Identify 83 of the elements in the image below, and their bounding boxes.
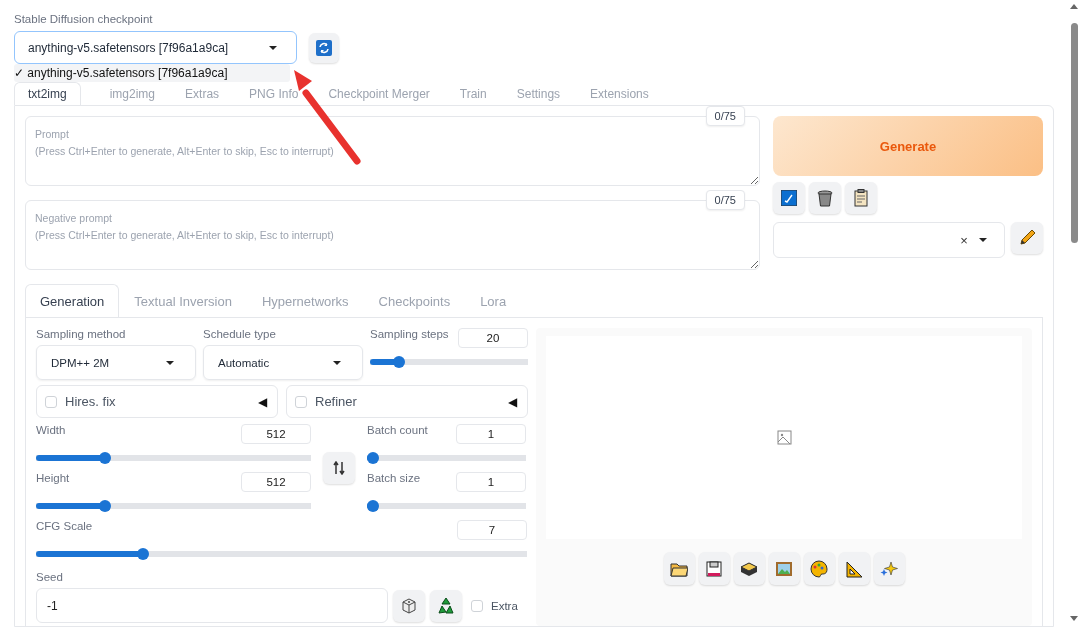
slider-thumb[interactable] bbox=[99, 500, 112, 512]
sparkles-icon bbox=[880, 559, 898, 578]
slider-thumb[interactable] bbox=[99, 452, 112, 464]
refresh-button[interactable] bbox=[309, 32, 339, 63]
random-seed-button[interactable] bbox=[393, 589, 425, 622]
trash-button[interactable] bbox=[809, 182, 841, 214]
checkbox-icon bbox=[781, 190, 797, 206]
scroll-up-icon bbox=[1070, 4, 1078, 9]
palette-button[interactable] bbox=[803, 552, 835, 585]
slider-track[interactable] bbox=[36, 452, 311, 464]
trash-icon bbox=[817, 189, 833, 207]
sparkles-button[interactable] bbox=[873, 552, 905, 585]
folder-button[interactable] bbox=[663, 552, 695, 585]
token-counter: 0/75 bbox=[705, 190, 745, 210]
checkbox[interactable] bbox=[295, 395, 307, 408]
field-label: Batch count bbox=[367, 424, 428, 436]
seed-field[interactable]: -1 bbox=[36, 588, 388, 623]
style-apply-button[interactable] bbox=[773, 182, 805, 214]
slider-track[interactable] bbox=[367, 452, 526, 464]
styles-dropdown[interactable]: × bbox=[773, 222, 1005, 258]
caret-icon bbox=[165, 359, 175, 366]
field-label: Schedule type bbox=[203, 328, 277, 340]
slider-track[interactable] bbox=[370, 356, 528, 368]
triangle-ruler-icon bbox=[845, 559, 863, 578]
scrollbar-thumb[interactable] bbox=[1070, 23, 1078, 243]
collapse-toggle[interactable]: ◀ bbox=[258, 394, 267, 409]
caret-icon bbox=[268, 44, 278, 51]
number-field[interactable]: 7 bbox=[457, 520, 527, 540]
accordion-label: Refiner bbox=[315, 394, 358, 409]
checkbox-label: Extra bbox=[491, 599, 518, 612]
accordion-label: Hires. fix bbox=[65, 394, 117, 409]
number-field[interactable]: 512 bbox=[241, 472, 311, 492]
swap-dimensions-button[interactable] bbox=[323, 452, 355, 484]
field-label: Sampling method bbox=[36, 328, 127, 340]
triangle-ruler-button[interactable] bbox=[838, 552, 870, 585]
field-label: Batch size bbox=[367, 472, 421, 484]
field-label: Height bbox=[36, 472, 70, 484]
recycle-icon bbox=[437, 596, 455, 615]
image-icon bbox=[776, 430, 792, 445]
checkpoint-dropdown[interactable]: anything-v5.safetensors [7f96a1a9ca] bbox=[14, 31, 297, 64]
palette-icon bbox=[810, 559, 828, 578]
framed-picture-button[interactable] bbox=[768, 552, 800, 585]
scroll-down-icon bbox=[1070, 616, 1078, 621]
reuse-seed-button[interactable] bbox=[430, 589, 462, 622]
slider-track[interactable] bbox=[36, 500, 311, 512]
pencil-icon bbox=[1018, 229, 1036, 247]
slider-track[interactable] bbox=[36, 548, 527, 560]
floppy-disk-button[interactable] bbox=[698, 552, 730, 585]
accordion[interactable]: Refiner ◀ bbox=[286, 385, 528, 418]
caret-icon bbox=[332, 359, 342, 366]
number-field[interactable]: 20 bbox=[458, 328, 528, 348]
tab[interactable]: txt2img bbox=[14, 82, 81, 105]
framed-picture-icon bbox=[775, 559, 793, 578]
field-label: Seed bbox=[36, 571, 63, 583]
dice-icon bbox=[401, 597, 417, 614]
number-field[interactable]: 1 bbox=[456, 424, 526, 444]
accordion[interactable]: Hires. fix ◀ bbox=[36, 385, 278, 418]
field-label: Sampling steps bbox=[370, 328, 449, 340]
dropdown[interactable]: DPM++ 2M bbox=[36, 345, 196, 380]
caret-icon bbox=[978, 237, 988, 243]
slider-thumb[interactable] bbox=[367, 452, 379, 464]
edit-styles-button[interactable] bbox=[1011, 222, 1043, 254]
field-label: Stable Diffusion checkpoint bbox=[14, 13, 154, 25]
slider-track[interactable] bbox=[367, 500, 526, 512]
clipboard-icon bbox=[854, 189, 868, 207]
archive-box-button[interactable] bbox=[733, 552, 765, 585]
slider-thumb[interactable] bbox=[393, 356, 406, 368]
number-field[interactable]: 512 bbox=[241, 424, 311, 444]
token-counter: 0/75 bbox=[705, 106, 745, 126]
number-field[interactable]: 1 bbox=[456, 472, 526, 492]
tab[interactable]: Generation bbox=[25, 284, 120, 317]
checkbox[interactable] bbox=[45, 395, 57, 408]
checkbox[interactable] bbox=[471, 599, 483, 612]
swap-arrows-icon bbox=[333, 461, 345, 475]
dropdown-option[interactable]: ✓ anything-v5.safetensors [7f96a1a9ca] bbox=[14, 64, 290, 82]
field-label: Width bbox=[36, 424, 66, 436]
slider-thumb[interactable] bbox=[367, 500, 379, 512]
clipboard-button[interactable] bbox=[845, 182, 877, 214]
refresh-icon bbox=[316, 39, 332, 56]
field-label: CFG Scale bbox=[36, 520, 93, 532]
collapse-toggle[interactable]: ◀ bbox=[508, 394, 517, 409]
dropdown[interactable]: Automatic bbox=[203, 345, 363, 380]
slider-thumb[interactable] bbox=[136, 548, 149, 560]
